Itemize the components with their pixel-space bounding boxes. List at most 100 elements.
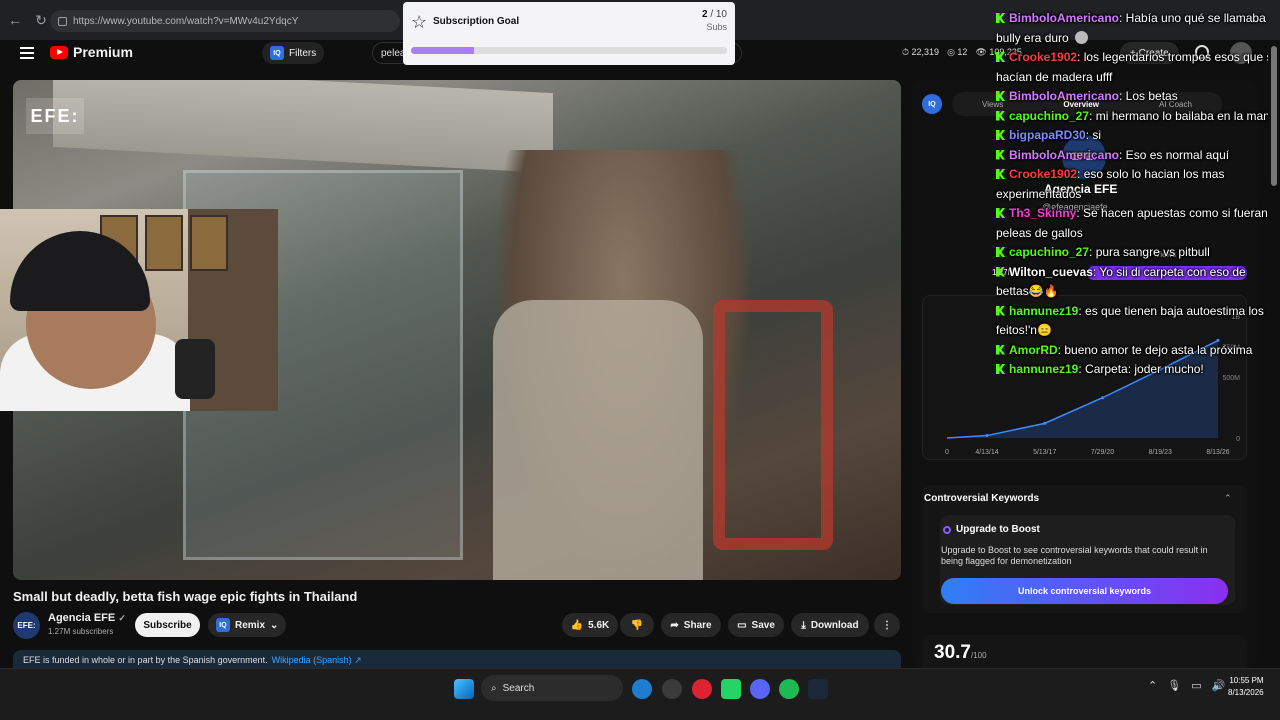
stat-items: ◎ 12 [947, 47, 968, 57]
iq-logo: IQ [922, 94, 942, 114]
chat-message: hannunez19: es que tienen baja autoestim… [996, 302, 1280, 341]
chart-xtick: 5/13/17 [1033, 449, 1056, 456]
iq-icon: IQ [270, 46, 284, 60]
recorder-icon[interactable] [692, 679, 712, 699]
verified-icon: ✓ [118, 613, 126, 623]
boost-title: Upgrade to Boost [956, 524, 1040, 535]
goal-progress-track [411, 47, 727, 54]
volume-icon[interactable]: 🔊 [1212, 679, 1226, 692]
remix-button[interactable]: IQ Remix ⌄ [208, 613, 287, 637]
chat-text: : si [1085, 128, 1102, 142]
steam-icon[interactable] [808, 679, 828, 699]
star-icon: ☆ [411, 12, 428, 32]
chat-message: hannunez19: Carpeta: joder mucho! [996, 360, 1280, 380]
chat-message: bigpapaRD30: si [996, 126, 1280, 146]
chat-username: BimboloAmericano [1009, 11, 1120, 25]
download-button[interactable]: ⤓ Download [791, 613, 869, 637]
video-scene-table [53, 80, 553, 174]
unlock-keywords-button[interactable]: Unlock controversial keywords [941, 578, 1228, 604]
taskbar-search[interactable]: ⌕ Search [481, 675, 623, 701]
save-label: Save [751, 619, 775, 631]
reload-icon[interactable]: ↻ [30, 9, 52, 31]
chat-text: : mi hermano lo bailaba en la mano [1089, 108, 1277, 123]
spotify-icon[interactable] [779, 679, 799, 699]
score-value: 30.7/100 [934, 642, 987, 663]
chat-overlay: BimboloAmericano: Había uno qué se llama… [996, 9, 1280, 380]
scrollbar-thumb[interactable] [1271, 46, 1277, 186]
kick-icon [996, 364, 1005, 374]
chart-xtick: 8/19/23 [1149, 449, 1172, 456]
discord-icon[interactable] [750, 679, 770, 699]
wikipedia-link[interactable]: Wikipedia (Spanish) ↗ [272, 655, 362, 666]
webcam-poster [145, 215, 183, 271]
chat-username: capuchino_27 [1009, 245, 1090, 259]
chart-point [1101, 396, 1104, 400]
chevron-up-icon[interactable]: ⌃ [1148, 679, 1157, 692]
chart-xtick: 0 [945, 449, 949, 456]
save-button[interactable]: ▭ Save [728, 613, 784, 637]
app-icon[interactable] [662, 679, 682, 699]
chat-message: Crooke1902: eso solo lo hacian los mas e… [996, 165, 1280, 204]
page-scrollbar[interactable] [1268, 40, 1280, 668]
clock[interactable]: 10:55 PM 8/13/2026 [1228, 675, 1264, 699]
menu-icon[interactable] [20, 47, 34, 59]
chat-username: Wilton_cuevas [1009, 264, 1093, 279]
chat-username: BimboloAmericano [1009, 89, 1120, 103]
video-scene-chair [713, 300, 833, 550]
mic-icon[interactable]: 🎙 [1167, 679, 1181, 692]
lock-icon [58, 16, 67, 26]
chat-username: hannunez19 [1009, 362, 1079, 376]
chart-ytick: 0 [1236, 436, 1240, 443]
filters-button[interactable]: IQ Filters [262, 42, 325, 64]
kick-icon [996, 344, 1005, 355]
filters-label: Filters [289, 47, 317, 59]
network-icon[interactable]: ▭ [1191, 679, 1201, 692]
chart-xtick: 4/13/14 [975, 449, 998, 456]
address-bar[interactable]: https://www.youtube.com/watch?v=MWv4u2Yd… [50, 10, 400, 32]
chart-xtick: 8/13/26 [1206, 449, 1229, 456]
channel-avatar[interactable]: EFE: [13, 612, 40, 639]
back-icon[interactable]: ← [4, 9, 26, 31]
youtube-play-icon [50, 45, 68, 59]
kick-icon [996, 169, 1005, 179]
chevron-up-icon[interactable]: ⌃ [1224, 493, 1232, 504]
chat-username: capuchino_27 [1009, 108, 1090, 123]
thumbs-up-icon: 👍 [570, 619, 584, 631]
subscribe-button[interactable]: Subscribe [135, 613, 200, 637]
youtube-logo[interactable]: Premium [50, 44, 133, 60]
windows-start-icon[interactable] [454, 679, 474, 699]
subscription-goal-widget: ☆ Subscription Goal 2 / 10 Subs [403, 2, 735, 65]
chat-message: capuchino_27: pura sangre vs pitbull [996, 243, 1280, 263]
clock-date: 8/13/2026 [1228, 688, 1264, 697]
clock-time: 10:55 PM [1229, 676, 1264, 685]
chat-text: : Los betas [1119, 89, 1178, 103]
share-label: Share [683, 619, 712, 631]
edge-icon[interactable] [632, 679, 652, 699]
chat-username: AmorRD [1009, 342, 1058, 357]
channel-name[interactable]: Agencia EFE ✓ [48, 612, 126, 624]
download-icon: ⤓ [801, 619, 806, 631]
chat-username: hannunez19 [1009, 303, 1079, 318]
chat-text: : Eso es normal aquí [1119, 147, 1230, 162]
whatsapp-icon[interactable] [721, 679, 741, 699]
share-button[interactable]: ➦ Share [661, 613, 721, 637]
like-button[interactable]: 👍 5.6K [562, 613, 618, 637]
chat-username: BimboloAmericano [1009, 147, 1120, 162]
boost-description: Upgrade to Boost to see controversial ke… [941, 545, 1208, 566]
goal-unit: Subs [706, 22, 727, 32]
goal-count: 2 / 10 [701, 9, 727, 20]
chart-point [985, 434, 989, 438]
iq-icon: IQ [216, 618, 230, 632]
chat-text: : pura sangre vs pitbull [1089, 245, 1210, 259]
dislike-button[interactable]: 👎 [620, 613, 654, 637]
more-actions-button[interactable]: ⋮ [874, 613, 900, 637]
chat-message: AmorRD: bueno amor te dejo asta la próxi… [996, 341, 1280, 361]
video-scene-shirt [493, 300, 703, 580]
chat-message: BimboloAmericano: Eso es normal aquí [996, 146, 1280, 166]
chat-message: BimboloAmericano: Los betas [996, 87, 1280, 107]
kick-icon [996, 13, 1005, 23]
chat-username: Th3_Skinny [1009, 206, 1077, 220]
search-icon: ⌕ [491, 682, 497, 694]
chat-message: BimboloAmericano: Había uno qué se llama… [996, 9, 1280, 48]
funding-text: EFE is funded in whole or in part by the… [23, 655, 268, 665]
